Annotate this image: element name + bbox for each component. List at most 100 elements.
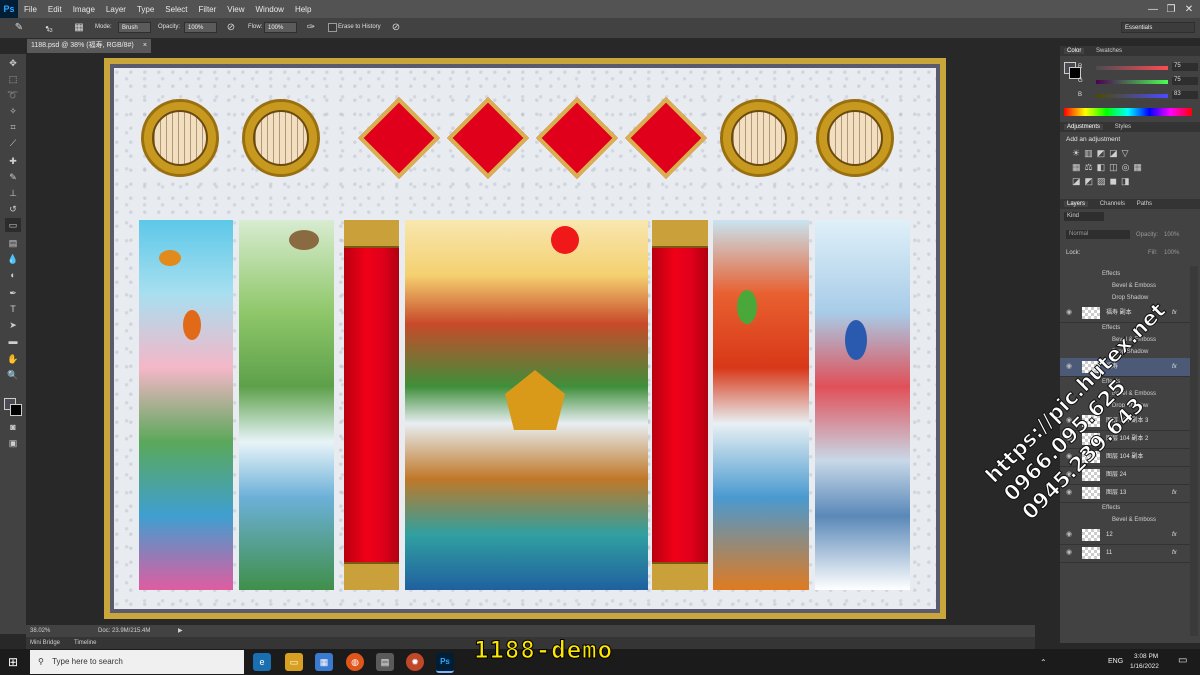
layer-effects-icon[interactable]: fx (1172, 544, 1177, 562)
layer-effect-row[interactable]: Bevel & Emboss (1060, 280, 1190, 292)
menu-select[interactable]: Select (165, 5, 187, 14)
pressure-size-icon[interactable]: ⊘ (389, 21, 403, 35)
store-icon[interactable]: ▦ (315, 653, 333, 671)
type-tool-icon[interactable]: T (5, 302, 21, 316)
notifications-icon[interactable]: ▭ (1178, 655, 1187, 666)
crop-tool-icon[interactable]: ⌗ (5, 120, 21, 134)
tab-channels[interactable]: Channels (1100, 201, 1125, 207)
move-tool-icon[interactable]: ✥ (5, 56, 21, 70)
layer-effects-icon[interactable]: fx (1172, 484, 1177, 502)
layer-effect-row[interactable]: Bevel & Emboss (1060, 514, 1190, 526)
menu-view[interactable]: View (227, 5, 244, 14)
layer-kind-filter[interactable]: Kind (1064, 212, 1104, 221)
mode-select[interactable]: Brush (118, 22, 151, 33)
menu-filter[interactable]: Filter (199, 5, 217, 14)
brush-tool-icon[interactable]: ✎ (5, 170, 21, 184)
eyedropper-icon[interactable]: ⟋ (5, 136, 21, 150)
menu-image[interactable]: Image (73, 5, 95, 14)
firefox-icon[interactable]: ◍ (346, 653, 364, 671)
tab-adjustments[interactable]: Adjustments (1064, 124, 1104, 130)
visibility-eye-icon[interactable]: ◉ (1066, 544, 1072, 562)
tray-chevron-icon[interactable]: ⌃ (1040, 658, 1047, 667)
layer-effects-icon[interactable]: fx (1172, 526, 1177, 544)
close-window-button[interactable]: ✕ (1180, 0, 1198, 18)
blue-value[interactable]: 83 (1172, 91, 1198, 99)
calculator-icon[interactable]: ▤ (376, 653, 394, 671)
erase-history-checkbox[interactable] (328, 23, 337, 32)
menu-window[interactable]: Window (256, 5, 284, 14)
gradient-tool-icon[interactable]: ▤ (5, 236, 21, 250)
edge-icon[interactable]: e (253, 653, 271, 671)
eraser-tool-icon[interactable]: ▭ (5, 218, 21, 232)
menu-file[interactable]: File (24, 5, 37, 14)
pen-tool-icon[interactable]: ✒ (5, 286, 21, 300)
minimize-button[interactable]: — (1144, 0, 1162, 18)
visibility-eye-icon[interactable]: ◉ (1066, 358, 1072, 376)
flow-field[interactable]: 100% (264, 22, 297, 33)
opacity-field[interactable]: 100% (184, 22, 217, 33)
zoom-level[interactable]: 38.02% (30, 625, 50, 637)
tab-layers[interactable]: Layers (1064, 201, 1089, 207)
windows-start-icon[interactable]: ⊞ (8, 655, 18, 669)
hand-tool-icon[interactable]: ✋ (5, 352, 21, 366)
green-slider-row[interactable]: G 75 (1078, 77, 1198, 86)
layer-row[interactable]: ◉ 图层 13 fx (1060, 484, 1190, 503)
tab-swatches[interactable]: Swatches (1096, 48, 1122, 54)
zoom-tool-icon[interactable]: 🔍 (5, 368, 21, 382)
menu-help[interactable]: Help (295, 5, 311, 14)
tab-color[interactable]: Color (1064, 48, 1085, 54)
tab-paths[interactable]: Paths (1137, 201, 1152, 207)
tab-mini-bridge[interactable]: Mini Bridge (30, 637, 60, 649)
app-icon[interactable]: ✹ (406, 653, 424, 671)
adjustment-icons-grid[interactable]: ☀▥◩◪▽ ▦⚖◧◫◎▦ ◪◩▨◼◨ (1072, 146, 1182, 188)
green-value[interactable]: 75 (1172, 77, 1198, 85)
clock-time[interactable]: 3:08 PM (1134, 653, 1158, 660)
blue-slider-row[interactable]: B 83 (1078, 91, 1198, 100)
healing-brush-icon[interactable]: ✚ (5, 154, 21, 168)
blend-mode-select[interactable]: Normal (1066, 230, 1130, 239)
pressure-opacity-icon[interactable]: ⊘ (224, 21, 238, 35)
tab-timeline[interactable]: Timeline (74, 637, 96, 649)
file-explorer-icon[interactable]: ▭ (285, 653, 303, 671)
status-menu-arrow-icon[interactable]: ▶ (178, 625, 183, 637)
menu-layer[interactable]: Layer (106, 5, 126, 14)
restore-button[interactable]: ❐ (1162, 0, 1180, 18)
visibility-eye-icon[interactable]: ◉ (1066, 526, 1072, 544)
menu-edit[interactable]: Edit (48, 5, 62, 14)
layer-effect-row[interactable]: Effects (1060, 502, 1190, 514)
layer-opacity-value[interactable]: 100% (1164, 232, 1179, 238)
layer-effect-row[interactable]: Drop Shadow (1060, 292, 1190, 304)
lasso-tool-icon[interactable]: ➰ (5, 88, 21, 102)
layer-effect-row[interactable]: Effects (1060, 268, 1190, 280)
fill-value[interactable]: 100% (1164, 250, 1179, 256)
red-slider-row[interactable]: R 75 (1078, 63, 1198, 72)
blur-tool-icon[interactable]: 💧 (5, 252, 21, 266)
quick-mask-icon[interactable]: ◙ (5, 420, 21, 434)
photoshop-taskbar-icon[interactable]: Ps (436, 653, 454, 673)
marquee-tool-icon[interactable]: ⬚ (5, 72, 21, 86)
red-value[interactable]: 75 (1172, 63, 1198, 71)
menu-type[interactable]: Type (137, 5, 154, 14)
eraser-tool-icon[interactable]: ✎ (12, 21, 26, 35)
clone-stamp-icon[interactable]: ⊥ (5, 186, 21, 200)
layer-row[interactable]: ◉ 12 fx (1060, 526, 1190, 545)
workspace-switcher[interactable]: Essentials (1121, 22, 1195, 33)
color-spectrum-bar[interactable] (1064, 108, 1192, 116)
screen-mode-icon[interactable]: ▣ (5, 436, 21, 450)
history-brush-icon[interactable]: ↺ (5, 202, 21, 216)
magic-wand-icon[interactable]: ✧ (5, 104, 21, 118)
clock-date[interactable]: 1/16/2022 (1130, 663, 1159, 670)
layer-effects-icon[interactable]: fx (1172, 304, 1177, 322)
layers-scrollbar[interactable] (1190, 266, 1198, 636)
brush-panel-icon[interactable]: ▦ (72, 21, 86, 35)
document-canvas[interactable] (104, 58, 946, 619)
language-indicator[interactable]: ENG (1108, 658, 1123, 665)
close-document-button[interactable]: × (143, 39, 147, 53)
dodge-tool-icon[interactable]: ◐ (5, 268, 21, 282)
path-selection-icon[interactable]: ➤ (5, 318, 21, 332)
tab-styles[interactable]: Styles (1115, 124, 1131, 130)
shape-tool-icon[interactable]: ▬ (5, 334, 21, 348)
document-tab[interactable]: 1188.psd @ 38% (福寿, RGB/8#) × (27, 39, 151, 53)
background-color-swatch[interactable] (10, 404, 22, 416)
taskbar-search[interactable]: ⚲ Type here to search (30, 650, 244, 674)
